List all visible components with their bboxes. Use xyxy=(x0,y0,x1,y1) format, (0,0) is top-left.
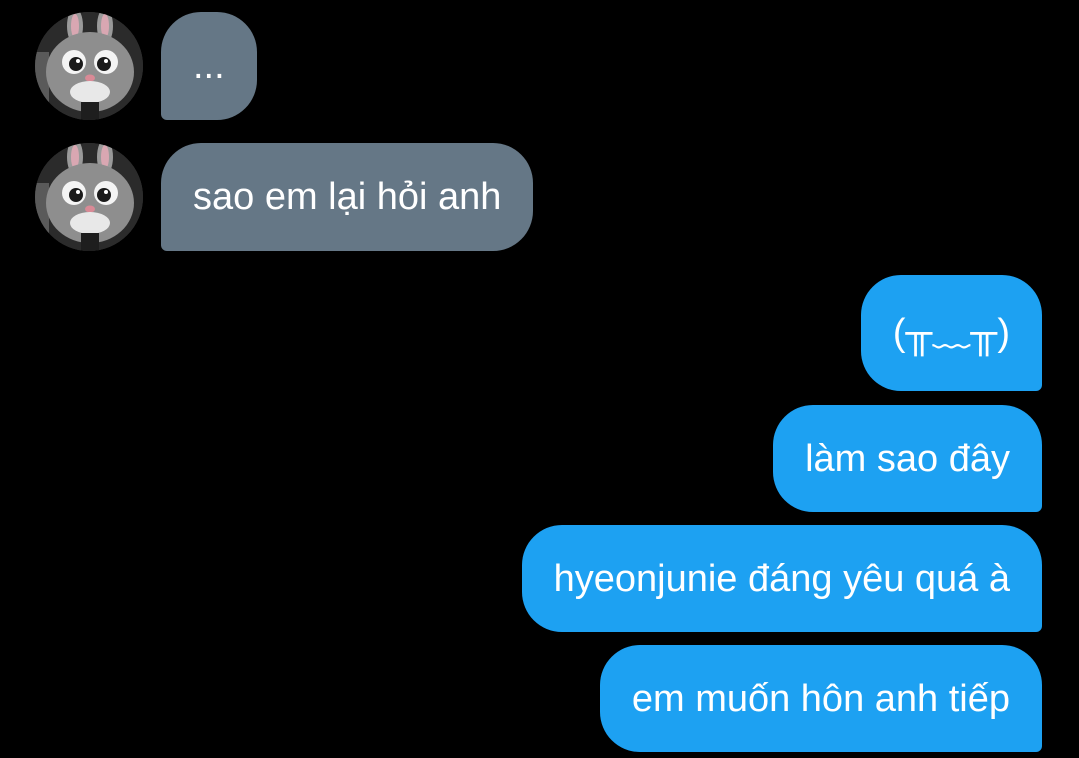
outgoing-message-bubble[interactable]: hyeonjunie đáng yêu quá à xyxy=(521,525,1042,632)
outgoing-message-bubble[interactable]: làm sao đây xyxy=(773,405,1042,512)
bunny-mascot-icon xyxy=(35,143,143,251)
message-text: (╥﹏╥) xyxy=(892,312,1010,354)
bunny-mascot-icon xyxy=(35,12,143,120)
message-text: em muốn hôn anh tiếp xyxy=(631,677,1010,720)
message-text: làm sao đây xyxy=(805,437,1010,480)
avatar[interactable] xyxy=(35,143,143,251)
outgoing-message-bubble[interactable]: em muốn hôn anh tiếp xyxy=(599,645,1042,752)
incoming-message-bubble[interactable]: ... xyxy=(161,12,257,120)
outgoing-message-bubble[interactable]: (╥﹏╥) xyxy=(860,275,1042,391)
message-text: ... xyxy=(193,45,225,87)
avatar[interactable] xyxy=(35,12,143,120)
message-text: sao em lại hỏi anh xyxy=(193,176,502,218)
message-row-incoming: ... xyxy=(0,12,1079,120)
incoming-message-bubble[interactable]: sao em lại hỏi anh xyxy=(161,143,534,251)
message-text: hyeonjunie đáng yêu quá à xyxy=(553,557,1010,600)
message-row-incoming: sao em lại hỏi anh xyxy=(0,143,1079,251)
